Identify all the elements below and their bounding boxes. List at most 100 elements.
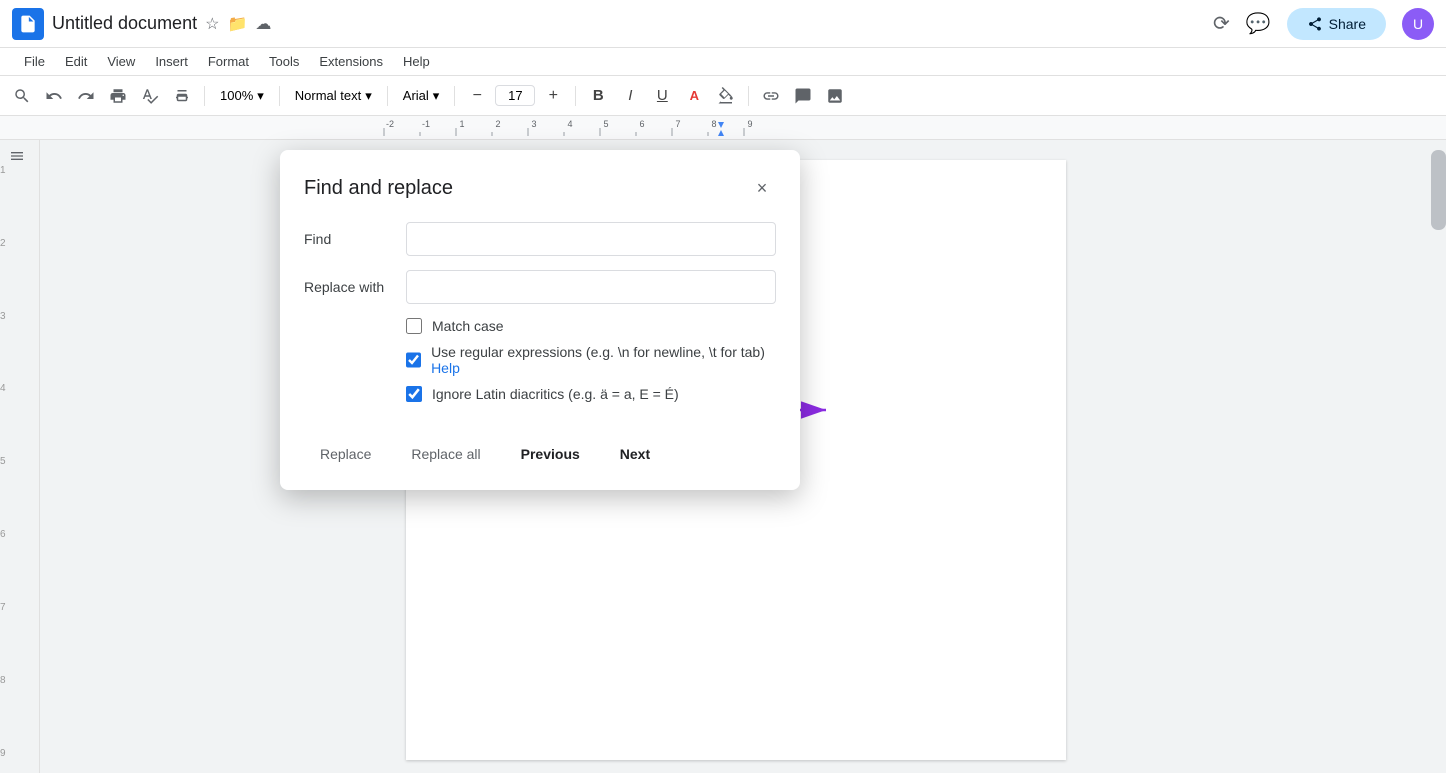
menu-help[interactable]: Help: [395, 52, 438, 71]
style-chevron: ▾: [365, 88, 372, 104]
font-select[interactable]: Arial ▾: [396, 85, 447, 107]
italic-btn[interactable]: I: [616, 82, 644, 110]
match-case-checkbox[interactable]: [406, 318, 422, 334]
menu-view[interactable]: View: [99, 52, 143, 71]
font-size-increase-btn[interactable]: +: [539, 82, 567, 110]
avatar[interactable]: U: [1402, 8, 1434, 40]
line-number-2: 2: [0, 238, 39, 263]
svg-text:7: 7: [675, 119, 680, 129]
divider-4: [454, 86, 455, 106]
svg-text:2: 2: [495, 119, 500, 129]
latin-label[interactable]: Ignore Latin diacritics (e.g. ä = a, E =…: [432, 386, 679, 402]
top-right-actions: ⟳ 💬 Share U: [1213, 8, 1434, 40]
style-value: Normal text: [295, 88, 361, 103]
spellcheck-btn[interactable]: [136, 82, 164, 110]
menu-format[interactable]: Format: [200, 52, 257, 71]
regex-help-link[interactable]: Help: [431, 360, 460, 376]
replace-row: Replace with: [304, 270, 776, 304]
divider-3: [387, 86, 388, 106]
svg-text:5: 5: [603, 119, 608, 129]
menu-tools[interactable]: Tools: [261, 52, 307, 71]
next-button[interactable]: Next: [604, 438, 666, 470]
line-number-3: 3: [0, 311, 39, 336]
search-toolbar-btn[interactable]: [8, 82, 36, 110]
star-icon[interactable]: ☆: [205, 14, 219, 34]
modal-header: Find and replace ×: [304, 174, 776, 202]
zoom-value: 100%: [220, 88, 253, 103]
line-number-7: 7: [0, 602, 39, 627]
line-number-9: 9: [0, 748, 39, 773]
scrollbar-thumb[interactable]: [1431, 150, 1446, 230]
svg-text:6: 6: [639, 119, 644, 129]
menu-extensions[interactable]: Extensions: [311, 52, 391, 71]
text-color-btn[interactable]: A: [680, 82, 708, 110]
line-number-6: 6: [0, 529, 39, 554]
folder-icon[interactable]: 📁: [227, 14, 247, 34]
app-icon: [12, 8, 44, 40]
svg-text:1: 1: [459, 119, 464, 129]
replace-all-button[interactable]: Replace all: [395, 438, 496, 470]
line-number-8: 8: [0, 675, 39, 700]
font-chevron: ▾: [433, 88, 440, 104]
font-size-decrease-btn[interactable]: −: [463, 82, 491, 110]
line-number: [0, 148, 39, 165]
redo-btn[interactable]: [72, 82, 100, 110]
replace-input[interactable]: [406, 270, 776, 304]
print-btn[interactable]: [104, 82, 132, 110]
zoom-chevron: ▾: [257, 88, 264, 104]
match-case-label[interactable]: Match case: [432, 318, 504, 334]
bold-btn[interactable]: B: [584, 82, 612, 110]
menu-file[interactable]: File: [16, 52, 53, 71]
svg-text:4: 4: [567, 119, 572, 129]
divider-5: [575, 86, 576, 106]
menu-insert[interactable]: Insert: [147, 52, 196, 71]
menu-bar: File Edit View Insert Format Tools Exten…: [0, 48, 1446, 76]
latin-checkbox[interactable]: [406, 386, 422, 402]
comments-icon[interactable]: 💬: [1246, 11, 1271, 36]
image-btn[interactable]: [821, 82, 849, 110]
replace-button[interactable]: Replace: [304, 438, 387, 470]
doc-title[interactable]: Untitled document: [52, 13, 197, 34]
replace-label: Replace with: [304, 279, 394, 295]
latin-row: Ignore Latin diacritics (e.g. ä = a, E =…: [406, 386, 776, 402]
svg-text:9: 9: [747, 119, 752, 129]
underline-btn[interactable]: U: [648, 82, 676, 110]
modal-close-button[interactable]: ×: [748, 174, 776, 202]
share-label: Share: [1329, 16, 1366, 32]
comment-btn[interactable]: [789, 82, 817, 110]
history-icon[interactable]: ⟳: [1213, 11, 1230, 36]
link-btn[interactable]: [757, 82, 785, 110]
svg-text:8: 8: [711, 119, 716, 129]
right-gutter: [1431, 140, 1446, 773]
modal-footer: Replace Replace all Previous Next: [304, 422, 776, 470]
previous-button[interactable]: Previous: [505, 438, 596, 470]
doc-title-area: Untitled document ☆ 📁 ☁: [52, 13, 1205, 34]
line-number-4: 4: [0, 383, 39, 408]
paint-format-btn[interactable]: [168, 82, 196, 110]
cloud-icon[interactable]: ☁: [255, 14, 271, 34]
divider-1: [204, 86, 205, 106]
font-size-input[interactable]: 17: [495, 85, 535, 106]
svg-text:3: 3: [531, 119, 536, 129]
share-button[interactable]: Share: [1287, 8, 1386, 40]
ruler: -2 -1 1 2 3 4 5 6 7 8 9: [0, 116, 1446, 140]
svg-text:-1: -1: [422, 119, 430, 129]
style-select[interactable]: Normal text ▾: [288, 85, 379, 107]
top-bar: Untitled document ☆ 📁 ☁ ⟳ 💬 Share U: [0, 0, 1446, 48]
divider-6: [748, 86, 749, 106]
line-number-1: 1: [0, 165, 39, 190]
modal-title: Find and replace: [304, 177, 453, 200]
regex-checkbox[interactable]: [406, 352, 421, 368]
find-replace-modal: Find and replace × Find Replace with Mat…: [280, 150, 800, 490]
zoom-select[interactable]: 100% ▾: [213, 85, 271, 107]
left-gutter: 1 2 3 4 5 6 7 8 9: [0, 140, 40, 773]
menu-edit[interactable]: Edit: [57, 52, 95, 71]
line-number-5: 5: [0, 456, 39, 481]
regex-label: Use regular expressions (e.g. \n for new…: [431, 344, 776, 376]
divider-2: [279, 86, 280, 106]
find-input[interactable]: [406, 222, 776, 256]
highlight-btn[interactable]: [712, 82, 740, 110]
font-value: Arial: [403, 88, 429, 103]
undo-btn[interactable]: [40, 82, 68, 110]
svg-text:-2: -2: [386, 119, 394, 129]
